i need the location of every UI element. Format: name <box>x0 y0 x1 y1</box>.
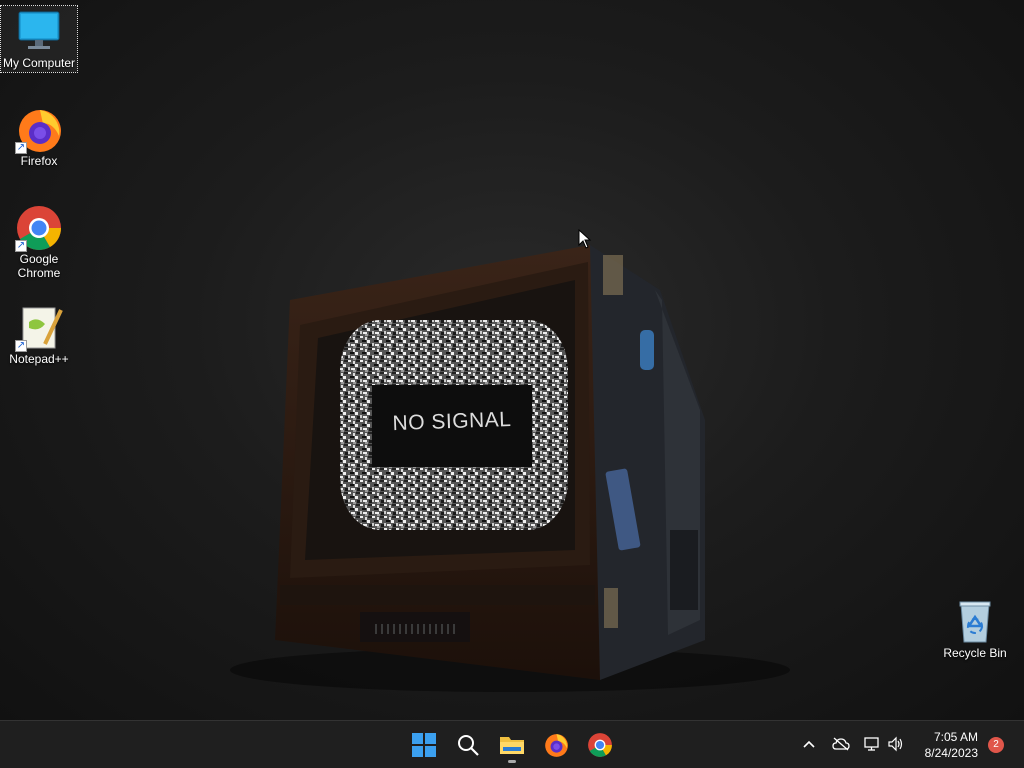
desktop-icon-label: Firefox <box>20 154 58 168</box>
cloud-offline-icon <box>832 737 850 751</box>
firefox-icon: ↗ <box>15 106 63 154</box>
folder-icon <box>500 737 524 754</box>
taskbar: 7:05 AM 8/24/2023 2 <box>0 720 1024 768</box>
file-explorer-button[interactable] <box>492 725 532 765</box>
firefox-icon <box>545 734 568 757</box>
notification-badge[interactable]: 2 <box>988 737 1004 753</box>
desktop-icon-label: Recycle Bin <box>943 646 1007 660</box>
chrome-taskbar-button[interactable] <box>580 725 620 765</box>
volume-button[interactable] <box>885 733 907 755</box>
shortcut-arrow-icon: ↗ <box>15 340 27 352</box>
wallpaper-tv-image <box>230 245 790 692</box>
network-icon <box>864 737 879 751</box>
search-button[interactable] <box>448 725 488 765</box>
desktop-icon-label: Google Chrome <box>17 252 61 280</box>
active-indicator <box>508 760 516 763</box>
desktop-icon-firefox[interactable]: ↗ Firefox <box>1 104 77 168</box>
show-hidden-icons-button[interactable] <box>798 733 820 755</box>
shortcut-arrow-icon: ↗ <box>15 142 27 154</box>
clock-time: 7:05 AM <box>933 730 978 744</box>
clock-date: 8/24/2023 <box>924 746 978 760</box>
shortcut-arrow-icon: ↗ <box>15 240 27 252</box>
chevron-up-icon <box>803 740 815 748</box>
recycle-bin-icon <box>951 598 999 646</box>
onedrive-status-button[interactable] <box>830 733 852 755</box>
desktop: NO SIGNAL My Computer ↗ Firefox ↗ Google… <box>0 0 1024 720</box>
network-button[interactable] <box>861 733 883 755</box>
chrome-icon: ↗ <box>15 204 63 252</box>
desktop-icon-google-chrome[interactable]: ↗ Google Chrome <box>1 202 77 280</box>
desktop-icon-label: My Computer <box>2 56 76 70</box>
notepad-plus-plus-icon: ↗ <box>15 304 63 352</box>
mouse-cursor-icon <box>578 229 592 249</box>
start-button[interactable] <box>404 725 444 765</box>
desktop-icon-my-computer[interactable]: My Computer <box>0 5 78 73</box>
chrome-icon <box>588 733 612 757</box>
firefox-taskbar-button[interactable] <box>536 725 576 765</box>
windows-logo-icon <box>412 733 436 757</box>
desktop-icon-notepad-plus-plus[interactable]: ↗ Notepad++ <box>1 302 77 366</box>
volume-icon <box>888 736 903 752</box>
search-icon <box>458 735 479 756</box>
clock-button[interactable]: 7:05 AM 8/24/2023 <box>925 729 978 761</box>
desktop-icon-recycle-bin[interactable]: Recycle Bin <box>937 596 1013 660</box>
desktop-icon-label: Notepad++ <box>9 352 69 366</box>
monitor-icon <box>15 8 63 56</box>
